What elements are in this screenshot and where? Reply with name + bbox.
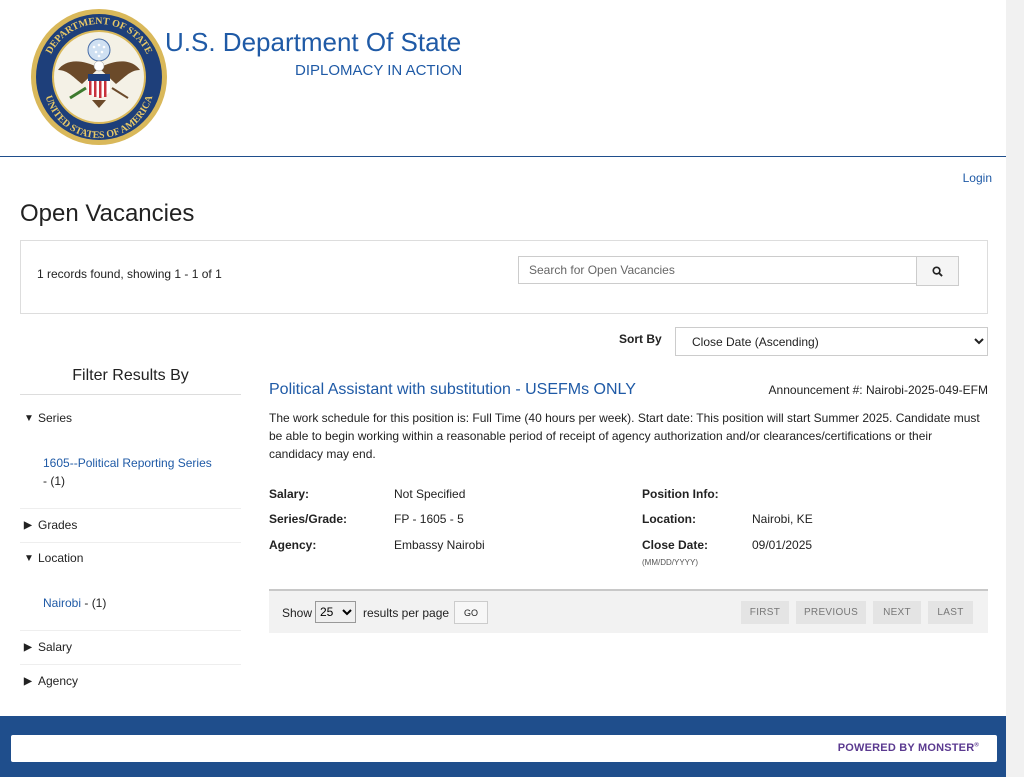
series-grade-value: FP - 1605 - 5	[394, 512, 464, 526]
series-grade-label: Series/Grade:	[269, 512, 348, 526]
search-input[interactable]	[518, 256, 916, 284]
facet-label: Grades	[38, 518, 78, 532]
facet-agency[interactable]: ▶ Agency	[24, 674, 78, 688]
next-page-button[interactable]: NEXT	[873, 601, 921, 624]
agency-label: Agency:	[269, 538, 317, 552]
location-label: Location:	[642, 512, 696, 526]
login-link[interactable]: Login	[963, 171, 992, 185]
chevron-down-icon: ▼	[24, 412, 34, 424]
facet-series[interactable]: ▼ Series	[24, 411, 72, 425]
facet-label: Series	[38, 411, 73, 425]
vertical-scrollbar[interactable]	[1006, 0, 1024, 777]
facet-location[interactable]: ▼ Location	[24, 551, 83, 565]
close-date-label: Close Date:	[642, 538, 709, 552]
site-footer: POWERED BY MONSTER®	[0, 716, 1006, 777]
search-panel: 1 records found, showing 1 - 1 of 1	[20, 240, 988, 314]
pagination-bar: Show 25 results per page GO FIRST PREVIO…	[269, 589, 988, 633]
chevron-right-icon: ▶	[24, 675, 32, 687]
facet-value-link[interactable]: Nairobi	[43, 596, 81, 610]
previous-page-button[interactable]: PREVIOUS	[796, 601, 866, 624]
footer-bar: POWERED BY MONSTER®	[11, 735, 997, 762]
site-title: U.S. Department Of State	[165, 27, 462, 57]
page-title: Open Vacancies	[20, 200, 195, 227]
location-value: Nairobi, KE	[752, 512, 813, 526]
per-page-select[interactable]: 25	[315, 601, 356, 623]
facet-salary[interactable]: ▶ Salary	[24, 640, 72, 654]
facet-divider	[20, 664, 241, 665]
facet-divider	[20, 508, 241, 509]
show-label: Show	[282, 606, 313, 620]
facet-label: Salary	[38, 640, 73, 654]
per-page-suffix: results per page	[363, 606, 450, 620]
facet-label: Location	[38, 551, 84, 565]
department-of-state-seal: DEPARTMENT OF STATE UNITED STATES OF AME…	[31, 9, 167, 145]
job-title-link[interactable]: Political Assistant with substitution - …	[269, 381, 636, 399]
agency-value: Embassy Nairobi	[394, 538, 485, 552]
facet-value-link[interactable]: 1605--Political Reporting Series	[43, 456, 212, 470]
close-date-value: 09/01/2025	[752, 538, 813, 552]
facet-value-count: - (1)	[84, 596, 107, 610]
chevron-right-icon: ▶	[24, 641, 32, 653]
salary-label: Salary:	[269, 487, 310, 501]
search-button[interactable]	[916, 256, 959, 286]
chevron-right-icon: ▶	[24, 519, 32, 531]
facet-value-location: Nairobi - (1)	[43, 594, 106, 612]
close-date-format: (MM/DD/YYYY)	[642, 558, 698, 567]
facet-divider	[20, 630, 241, 631]
facet-grades[interactable]: ▶ Grades	[24, 518, 77, 532]
facet-divider	[20, 542, 241, 543]
first-page-button[interactable]: FIRST	[741, 601, 789, 624]
filter-title: Filter Results By	[20, 367, 241, 395]
search-icon	[932, 265, 943, 277]
go-button[interactable]: GO	[454, 601, 488, 624]
powered-by-text: POWERED BY MONSTER	[837, 742, 975, 754]
last-page-button[interactable]: LAST	[928, 601, 973, 624]
page: DEPARTMENT OF STATE UNITED STATES OF AME…	[0, 0, 1006, 777]
salary-value: Not Specified	[394, 487, 466, 501]
facet-value-count: - (1)	[43, 474, 65, 488]
sort-select[interactable]: Close Date (Ascending)	[675, 327, 988, 356]
chevron-down-icon: ▼	[24, 552, 34, 564]
facet-value-series: 1605--Political Reporting Series - (1)	[43, 454, 212, 490]
sort-label: Sort By	[619, 332, 662, 346]
announcement-number: Announcement #: Nairobi-2025-049-EFM	[768, 383, 988, 397]
powered-by-monster-logo[interactable]: POWERED BY MONSTER®	[838, 742, 979, 754]
position-info-label: Position Info:	[642, 487, 719, 501]
facet-label: Agency	[38, 674, 79, 688]
site-tagline: DIPLOMACY IN ACTION	[295, 62, 463, 79]
site-header: DEPARTMENT OF STATE UNITED STATES OF AME…	[0, 0, 1006, 157]
records-count: 1 records found, showing 1 - 1 of 1	[37, 267, 222, 281]
job-description: The work schedule for this position is: …	[269, 411, 980, 461]
